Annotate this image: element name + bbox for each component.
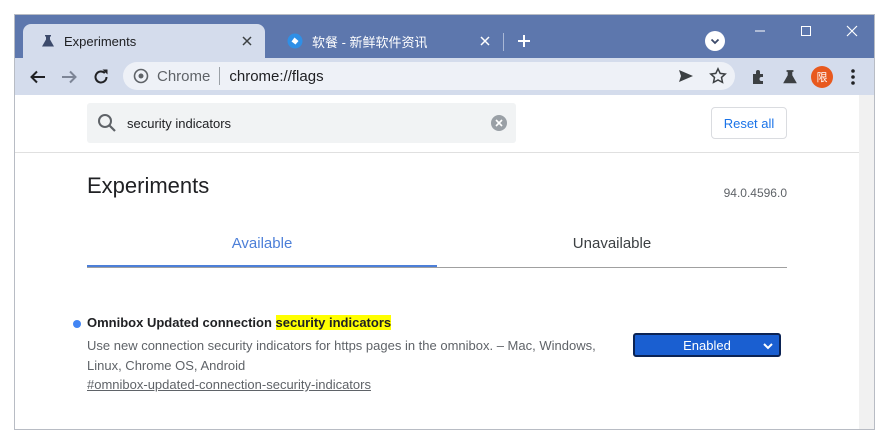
toolbar: Chrome chrome://flags 限 (15, 58, 874, 95)
window-close-button[interactable] (837, 21, 867, 41)
flags-page: Reset all Experiments 94.0.4596.0 Availa… (15, 95, 859, 429)
minimize-icon (755, 30, 765, 32)
close-icon[interactable] (477, 33, 493, 49)
chevron-down-icon (762, 340, 774, 352)
tab-ruancan[interactable]: 软餐 - 新鲜软件资讯 (269, 24, 503, 58)
flask-icon (783, 70, 797, 84)
send-icon[interactable] (677, 67, 695, 85)
close-icon[interactable] (239, 33, 255, 49)
extensions-button[interactable] (746, 64, 772, 90)
new-tab-button[interactable] (513, 30, 535, 52)
tab-search-button[interactable] (705, 31, 725, 51)
clear-search-icon[interactable] (490, 114, 508, 132)
version-label: 94.0.4596.0 (723, 186, 787, 200)
puzzle-icon (753, 70, 763, 84)
reset-all-button[interactable]: Reset all (711, 107, 787, 139)
url-text[interactable]: chrome://flags (229, 68, 323, 85)
maximize-icon (801, 26, 811, 36)
flag-name-prefix: Omnibox Updated connection (87, 315, 276, 330)
tab-title: Experiments (64, 33, 137, 49)
minimize-button[interactable] (745, 21, 775, 41)
close-icon (846, 25, 858, 37)
flag-anchor-link[interactable]: #omnibox-updated-connection-security-ind… (87, 377, 371, 392)
tab-available[interactable]: Available (87, 221, 437, 267)
search-input[interactable] (125, 114, 479, 132)
forward-button[interactable] (56, 64, 82, 90)
search-row: Reset all (15, 95, 859, 153)
reload-button[interactable] (88, 64, 114, 90)
search-icon (97, 113, 117, 133)
bookmark-star-icon[interactable] (709, 67, 727, 85)
flask-icon (41, 34, 55, 48)
labs-button[interactable] (777, 64, 803, 90)
modified-indicator-dot (73, 320, 81, 328)
page-title: Experiments (87, 173, 210, 198)
tab-experiments[interactable]: Experiments (23, 24, 265, 58)
avatar[interactable]: 限 (811, 66, 833, 88)
site-favicon-icon (287, 33, 303, 49)
back-arrow-icon (30, 70, 45, 84)
forward-arrow-icon (62, 70, 77, 84)
flag-state-value: Enabled (683, 337, 731, 353)
scheme-label: Chrome (157, 67, 211, 85)
flag-name-highlight: security indicators (275, 315, 392, 330)
content-tabs: Available Unavailable (87, 221, 787, 268)
address-bar[interactable]: Chrome chrome://flags (123, 62, 735, 90)
kebab-menu-icon (851, 69, 855, 85)
flag-search-box[interactable] (87, 103, 516, 143)
flag-description: Use new connection security indicators f… (87, 338, 596, 373)
chrome-icon (133, 68, 149, 84)
back-button[interactable] (25, 64, 51, 90)
page-scrollbar[interactable] (859, 95, 874, 429)
omnibox-actions (677, 67, 727, 85)
tab-strip: Experiments 软餐 - 新鲜软件资讯 (15, 15, 874, 58)
reload-icon (94, 69, 108, 84)
flag-name: Omnibox Updated connection security indi… (87, 315, 392, 330)
omnibox-separator (219, 67, 221, 85)
menu-button[interactable] (840, 64, 866, 90)
maximize-button[interactable] (791, 21, 821, 41)
flag-state-select[interactable]: Enabled (633, 333, 781, 357)
browser-window: Experiments 软餐 - 新鲜软件资讯 Chrome chrome://… (14, 14, 875, 430)
tab-title: 软餐 - 新鲜软件资讯 (312, 34, 428, 50)
tab-separator (503, 33, 504, 51)
tab-unavailable[interactable]: Unavailable (437, 221, 787, 265)
chevron-down-icon (710, 38, 720, 45)
